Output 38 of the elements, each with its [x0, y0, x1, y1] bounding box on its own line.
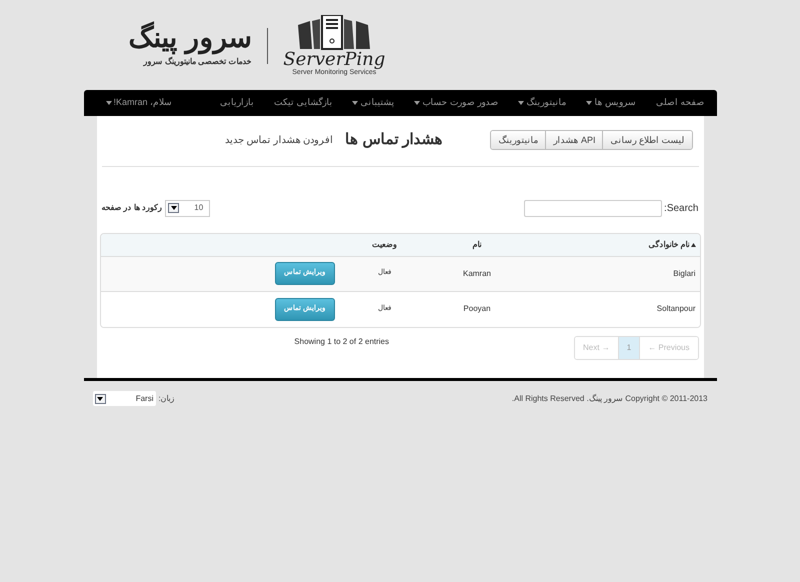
tab-button[interactable]: API هشدار: [546, 131, 604, 150]
brand-name: ServerPing: [283, 50, 386, 69]
nav-item[interactable]: صفحه اصلی: [656, 96, 704, 110]
nav-item[interactable]: بازاریابی: [220, 96, 254, 110]
add-contact-link[interactable]: افرودن هشدار تماس جدید: [224, 132, 334, 148]
copyright-text: Copyright © 2011-2013 سرور پینگ. All Rights Reserved.: [512, 392, 708, 404]
caret-icon: [352, 101, 358, 105]
table-cell-text: Soltanpour: [656, 303, 696, 315]
caret-icon: [106, 101, 112, 105]
dropdown-arrow-icon: [94, 394, 106, 404]
sort-ascending-icon: [690, 242, 696, 246]
column-header[interactable]: نام: [424, 238, 530, 250]
nav-item[interactable]: پشتیبانی: [352, 96, 394, 110]
page-title: هشدار تماس ها: [345, 130, 442, 150]
dropdown-arrow-icon: [168, 203, 180, 213]
tab-button[interactable]: لیست اطلاع رسانی: [603, 131, 692, 150]
table-cell-text: Kamran: [462, 268, 492, 280]
user-menu[interactable]: سلام، Kamran!: [106, 96, 172, 110]
caret-icon: [518, 101, 524, 105]
table-info: Showing 1 to 2 of 2 entries: [294, 336, 390, 348]
table-cell-text: Biglari: [672, 268, 696, 280]
page-size-select[interactable]: 10: [165, 200, 210, 216]
column-header[interactable]: نام خانوادگی: [530, 238, 700, 250]
search-field[interactable]: [524, 200, 662, 216]
table-cell-text: Pooyan: [462, 303, 492, 315]
language-select[interactable]: Farsi: [92, 391, 156, 406]
caret-icon: [586, 101, 592, 105]
caret-icon: [414, 101, 420, 105]
search-label: Search:: [664, 202, 698, 216]
nav-item[interactable]: بازگشایی تیکت: [274, 96, 332, 110]
column-header[interactable]: وضعیت: [344, 238, 424, 250]
nav-item[interactable]: سرویس ها: [586, 96, 636, 110]
language-label: زبان:: [158, 392, 175, 404]
tab-button[interactable]: مانیتورینگ: [491, 131, 546, 150]
nav-item[interactable]: مانیتورینگ: [518, 96, 566, 110]
site-tagline: خدمات تخصصی مانیتورینگ سرور: [144, 56, 252, 68]
nav-item[interactable]: صدور صورت حساب: [414, 96, 498, 110]
page-size-label: رکورد ها در صفحه: [102, 202, 162, 214]
